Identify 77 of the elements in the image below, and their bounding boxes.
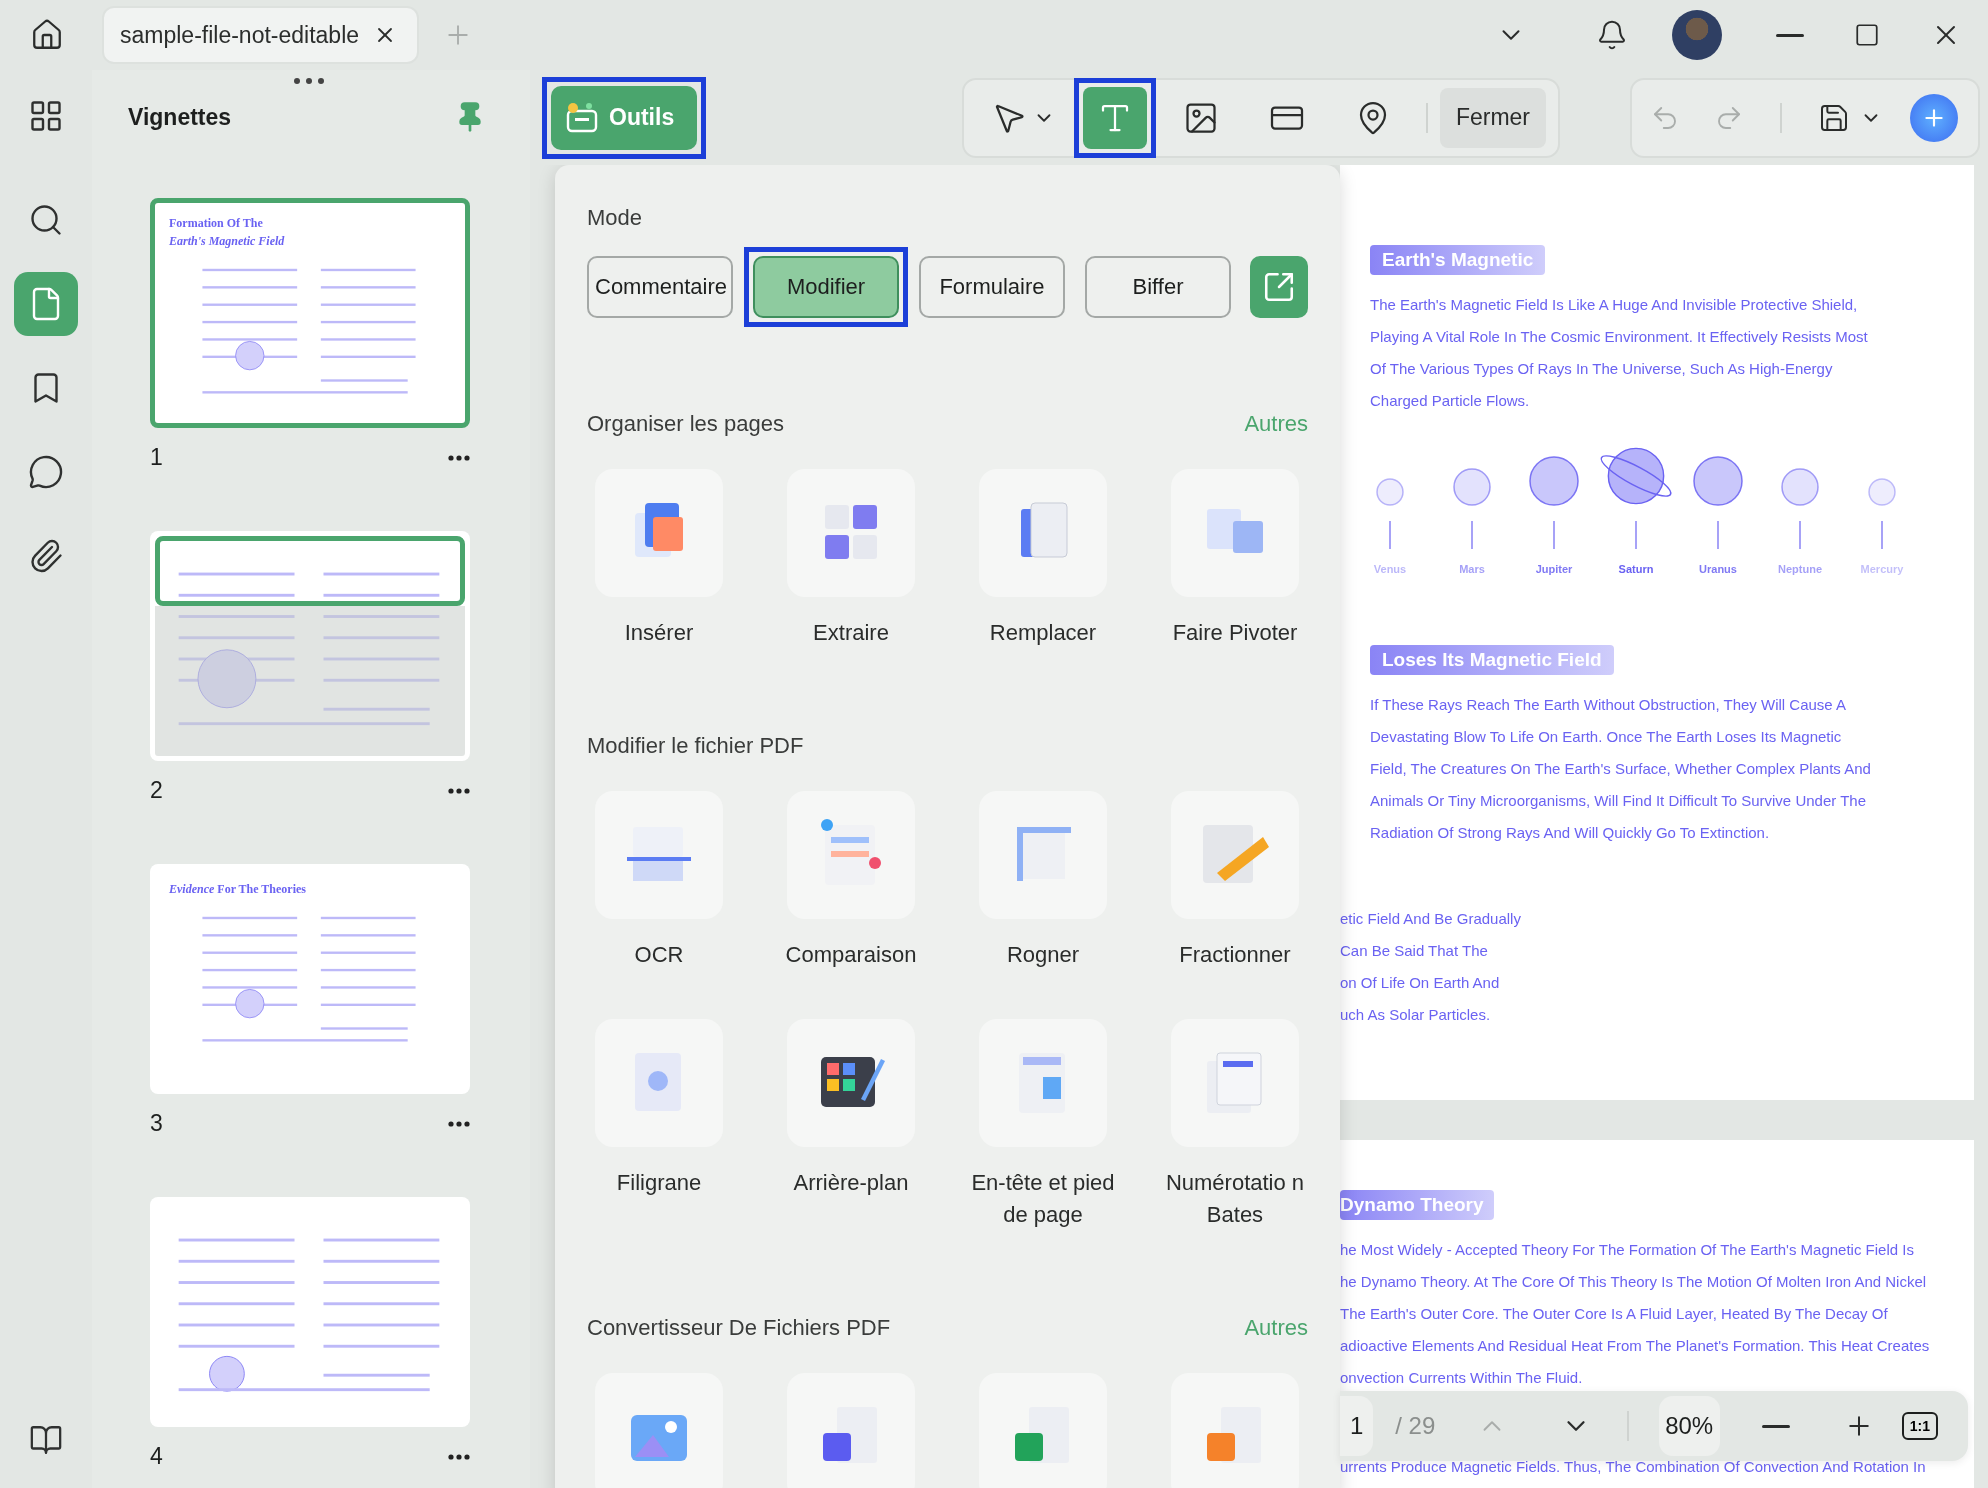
tick-line [1799, 521, 1801, 549]
planet-name: Venus [1373, 563, 1407, 575]
paperclip-icon [28, 538, 64, 574]
mode-button[interactable]: Commentaire [587, 256, 733, 318]
tick-line [1717, 521, 1719, 549]
page-field[interactable]: 1 [1340, 1396, 1374, 1456]
page-number: 4 [150, 1443, 163, 1470]
export-button[interactable] [1250, 256, 1308, 318]
section-title: Organiser les pages [587, 411, 784, 437]
planet-icon [1692, 455, 1744, 507]
planet-icon [1780, 467, 1820, 507]
book-icon [29, 1423, 63, 1457]
tick-line [1635, 521, 1637, 549]
more-icon[interactable] [448, 787, 470, 794]
planet-name: Jupiter [1535, 563, 1573, 575]
planet-name: Neptune [1778, 563, 1822, 575]
actual-size-button[interactable]: 1:1 [1901, 1412, 1938, 1440]
page-thumbnail[interactable]: Evidence For The Theories [150, 864, 470, 1094]
section-title: Mode [587, 205, 644, 231]
tick-line [1553, 521, 1555, 549]
user-avatar[interactable] [1672, 10, 1722, 60]
thumbnail-title: Earth's Magnetic Field [169, 234, 286, 249]
page-thumbnail[interactable]: Formation Of The Earth's Magnetic Field [150, 198, 470, 428]
search-icon [28, 202, 64, 238]
tick-line [1389, 521, 1391, 549]
export-icon [1262, 270, 1296, 304]
page-thumbnail[interactable] [150, 531, 470, 761]
paragraph: urrents Produce Magnetic Fields. Thus, The Combination Of Convection And Rotation In [1340, 1458, 1927, 1476]
grid-icon [28, 98, 64, 134]
planet-icon [1867, 477, 1897, 507]
page-number: 3 [150, 1110, 163, 1137]
mode-button[interactable]: Formulaire [919, 256, 1065, 318]
planet-name: Mercury [1860, 563, 1904, 575]
planet-icon [1375, 477, 1405, 507]
paragraph: If These Rays Reach The Earth Without Obstruction, They Will Cause A Devastating Blow To Life On Earth. Once The Earth Loses Its Magnetic Field, The Creatures On The Earth's Surface, Whether Complex Plants And Animals Or Tiny Microorganisms, Will Find It Difficult To Survive Under The Radiation Of Strong Rays And Will Quickly Go To Extinction. [1370, 695, 1872, 843]
more-icon[interactable] [448, 454, 470, 461]
planet-name: Saturn [1618, 563, 1654, 575]
panel-title: Vignettes [128, 103, 232, 131]
close-button[interactable]: Fermer [1439, 87, 1546, 148]
section-heading: Earth's Magnetic [1370, 245, 1546, 275]
section-title: Convertisseur De Fichiers PDF [587, 1315, 891, 1341]
paragraph: etic Field And Be Gradually Can Be Said That The on Of Life On Earth And uch As Solar Particles. [1340, 909, 1522, 1025]
section-heading: Dynamo Theory [1340, 1190, 1494, 1220]
minimize-icon [1776, 33, 1804, 37]
thumbnail-title: Formation Of The [169, 217, 264, 231]
text-tool-button[interactable] [1082, 86, 1147, 149]
tick-line [1881, 521, 1883, 549]
page-thumbnail[interactable] [150, 1197, 470, 1427]
tick-line [1471, 521, 1473, 549]
bell-icon [1596, 19, 1628, 51]
mode-button[interactable]: Biffer [1085, 256, 1231, 318]
viewport-frame[interactable] [155, 536, 465, 607]
page-count: / 29 [1395, 1412, 1436, 1440]
page-number: 2 [150, 777, 163, 804]
planet-icon [1452, 467, 1492, 507]
home-icon [30, 18, 64, 52]
maximize-icon [1854, 22, 1880, 48]
toolbox-icon [565, 101, 599, 134]
more-icon[interactable] [448, 1453, 470, 1460]
planet-name: Mars [1459, 563, 1485, 575]
section-heading: Loses Its Magnetic Field [1370, 645, 1614, 675]
comment-icon [28, 454, 64, 490]
thumbnail-title: Evidence For The Theories [169, 883, 307, 897]
page-number: 1 [150, 444, 163, 471]
mode-button[interactable]: Modifier [753, 256, 899, 318]
planet-name: Uranus [1699, 563, 1737, 575]
drag-handle-icon[interactable] [292, 76, 326, 86]
paragraph: he Most Widely - Accepted Theory For The Formation Of The Earth's Magnetic Field Is he Dynamo Theory. At The Core Of This Theory Is The Motion Of Molten Iron And Nickel The Earth's Outer Core. The Outer Core Is A Fluid Layer, Heated By The Decay Of adioactive Elements And Residual Heat From The Planet's Formation. This Heat Creates onvection Currents Within The Fluid. [1340, 1240, 1931, 1388]
more-icon[interactable] [448, 1120, 470, 1127]
paragraph: The Earth's Magnetic Field Is Like A Huge And Invisible Protective Shield, Playing A Vital Role In The Cosmic Environment. It Effectively Resists Most Of The Various Types Of Rays In The Universe, Such As High-Energy Charged Particle Flows. [1370, 295, 1869, 411]
pages-button[interactable] [14, 272, 78, 336]
assistant-button[interactable] [1910, 93, 1958, 142]
zoom-field[interactable]: 80% [1658, 1396, 1720, 1456]
minus-icon [1761, 1424, 1790, 1428]
planet-icon [1528, 455, 1580, 507]
section-title: Modifier le fichier PDF [587, 733, 804, 759]
document-tab[interactable]: sample-file-not-editable [102, 6, 420, 64]
